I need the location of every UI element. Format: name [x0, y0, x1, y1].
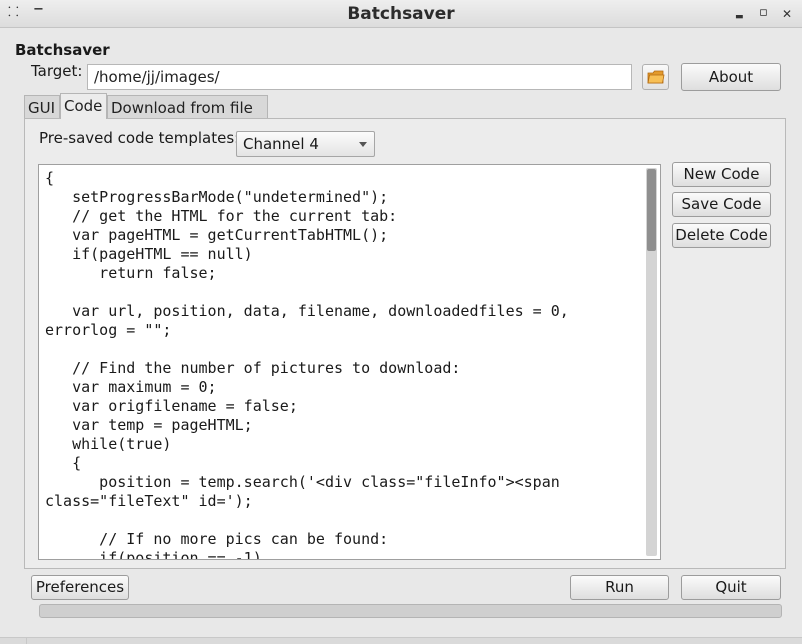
close-icon[interactable]: ✕	[782, 6, 792, 22]
scrollbar-thumb[interactable]	[647, 169, 656, 251]
code-editor-scrollbar[interactable]	[646, 168, 657, 556]
new-code-button[interactable]: New Code	[672, 162, 771, 187]
tab-code[interactable]: Code	[60, 93, 107, 119]
about-button[interactable]: About	[681, 63, 781, 91]
template-select[interactable]: Channel 4	[236, 131, 375, 157]
progress-bar	[39, 604, 782, 618]
quit-button[interactable]: Quit	[681, 575, 781, 600]
chevron-down-icon	[359, 142, 367, 147]
window-title: Batchsaver	[347, 4, 455, 24]
templates-label: Pre-saved code templates:	[39, 129, 240, 147]
preferences-button[interactable]: Preferences	[31, 575, 129, 600]
run-button[interactable]: Run	[570, 575, 669, 600]
tab-gui[interactable]: GUI	[24, 95, 60, 119]
app-heading: Batchsaver	[15, 41, 110, 59]
tab-download-from-file[interactable]: Download from file	[107, 95, 268, 119]
code-text[interactable]: { setProgressBarMode("undetermined"); //…	[45, 169, 569, 559]
folder-open-icon	[647, 70, 665, 84]
minimize-icon[interactable]: ▬	[735, 9, 744, 25]
target-field[interactable]: /home/jj/images/	[87, 64, 632, 90]
title-bar: ⸬ − Batchsaver ▬ ▫ ✕	[0, 0, 802, 28]
maximize-icon[interactable]: ▫	[759, 5, 768, 21]
delete-code-button[interactable]: Delete Code	[672, 223, 771, 248]
template-select-value: Channel 4	[243, 135, 319, 153]
save-code-button[interactable]: Save Code	[672, 192, 771, 217]
target-label: Target:	[31, 62, 83, 80]
browse-folder-button[interactable]	[642, 64, 669, 90]
code-editor[interactable]: { setProgressBarMode("undetermined"); //…	[38, 164, 661, 560]
